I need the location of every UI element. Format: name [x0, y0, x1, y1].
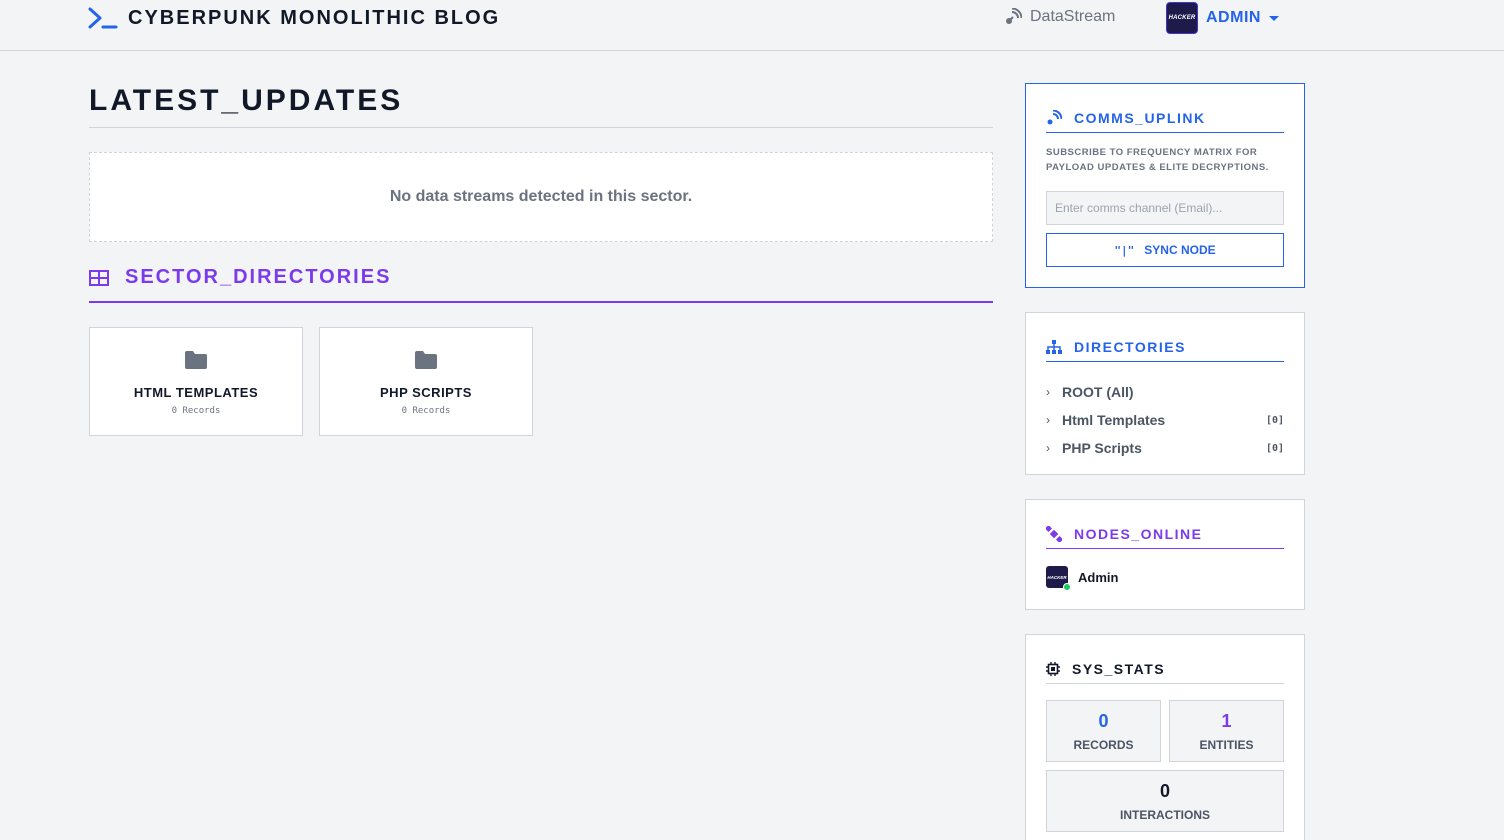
online-user[interactable]: HACKER Admin: [1046, 566, 1119, 591]
online-status-dot: [1063, 583, 1071, 591]
comms-uplink-widget: COMMS_UPLINK SUBSCRIBE TO FREQUENCY MATR…: [1025, 83, 1305, 288]
stat-interactions: 0 INTERACTIONS: [1046, 770, 1284, 832]
antenna-icon: "|": [1114, 243, 1135, 257]
top-header: CYBERPUNK MONOLITHIC BLOG DataStream HAC…: [0, 0, 1504, 51]
folder-icon: [415, 351, 437, 369]
directory-count: 0 Records: [171, 406, 221, 416]
brand-title: CYBERPUNK MONOLITHIC BLOG: [128, 6, 501, 29]
widget-header: SYS_STATS: [1046, 655, 1284, 683]
directory-label: Html Templates: [1062, 412, 1166, 428]
chevron-right-icon: ›: [1046, 385, 1050, 399]
chevron-right-icon: ›: [1046, 441, 1050, 455]
chevron-down-icon: [1268, 15, 1279, 21]
grid-icon: [89, 269, 109, 286]
sector-title: SECTOR_DIRECTORIES: [125, 266, 392, 288]
sys-stats-widget: SYS_STATS 0 RECORDS 1 ENTITIES 0 INTERAC…: [1025, 634, 1305, 840]
directory-list: › ROOT (All) › Html Templates [0] › PHP …: [1046, 378, 1284, 462]
stat-label: RECORDS: [1073, 738, 1134, 752]
avatar: HACKER: [1046, 566, 1071, 591]
directory-name: PHP SCRIPTS: [380, 385, 472, 400]
folder-icon: [185, 351, 207, 369]
sync-node-button[interactable]: "|" SYNC NODE: [1046, 233, 1284, 267]
satellite-icon: [1006, 8, 1022, 24]
widget-title: NODES_ONLINE: [1074, 526, 1203, 542]
email-field[interactable]: [1046, 191, 1284, 225]
uplink-description: SUBSCRIBE TO FREQUENCY MATRIX FOR PAYLOA…: [1046, 147, 1269, 173]
cpu-icon: [1046, 662, 1060, 676]
empty-message: No data streams detected in this sector.: [389, 188, 693, 205]
divider: [1046, 132, 1284, 133]
avatar-text: HACKER: [1047, 574, 1067, 580]
directory-count-badge: [0]: [1265, 414, 1284, 426]
brand[interactable]: CYBERPUNK MONOLITHIC BLOG: [88, 6, 500, 30]
user-menu[interactable]: HACKER ADMIN: [1166, 2, 1279, 34]
directory-count-badge: [0]: [1265, 442, 1284, 454]
directory-card-html-templates[interactable]: HTML TEMPLATES 0 Records: [89, 327, 303, 436]
directory-item-php-scripts[interactable]: › PHP Scripts [0]: [1046, 434, 1284, 462]
directory-label: ROOT (All): [1062, 384, 1134, 400]
widget-header: COMMS_UPLINK: [1046, 104, 1284, 132]
stat-entities: 1 ENTITIES: [1169, 700, 1284, 762]
stat-label: ENTITIES: [1199, 738, 1254, 752]
page-title: LATEST_UPDATES: [89, 84, 404, 117]
stat-records: 0 RECORDS: [1046, 700, 1161, 762]
user-avatar: HACKER: [1166, 2, 1198, 34]
widget-title: COMMS_UPLINK: [1074, 110, 1206, 126]
nodes-online-widget: NODES_ONLINE HACKER Admin: [1025, 499, 1305, 610]
satellite-dish-icon: [1047, 110, 1062, 125]
directory-count: 0 Records: [401, 406, 451, 416]
chevron-right-icon: ›: [1046, 413, 1050, 427]
directory-item-root[interactable]: › ROOT (All): [1046, 378, 1284, 406]
directory-card-php-scripts[interactable]: PHP SCRIPTS 0 Records: [319, 327, 533, 436]
empty-state: No data streams detected in this sector.: [89, 152, 993, 242]
directory-name: HTML TEMPLATES: [133, 385, 259, 400]
directory-label: PHP Scripts: [1062, 440, 1142, 456]
divider: [1046, 548, 1284, 549]
widget-title: DIRECTORIES: [1074, 339, 1186, 355]
sync-node-label: SYNC NODE: [1144, 243, 1216, 257]
stat-value: 1: [1221, 711, 1232, 731]
divider: [1046, 683, 1284, 684]
stat-value: 0: [1159, 781, 1170, 801]
divider: [89, 127, 993, 128]
online-user-name: Admin: [1078, 569, 1119, 585]
datastream-label: DataStream: [1030, 8, 1116, 25]
sitemap-icon: [1046, 340, 1062, 354]
satellite-icon: [1046, 526, 1062, 542]
user-name: ADMIN: [1206, 9, 1261, 26]
widget-header: NODES_ONLINE: [1046, 520, 1284, 548]
stat-value: 0: [1098, 711, 1109, 731]
directories-widget: DIRECTORIES › ROOT (All) › Html Template…: [1025, 312, 1305, 475]
datastream-link[interactable]: DataStream: [1004, 8, 1115, 26]
stat-label: INTERACTIONS: [1120, 808, 1210, 822]
terminal-icon: [88, 7, 118, 29]
directory-item-html-templates[interactable]: › Html Templates [0]: [1046, 406, 1284, 434]
divider: [1046, 361, 1284, 362]
widget-title: SYS_STATS: [1072, 661, 1166, 677]
sector-heading: SECTOR_DIRECTORIES: [89, 266, 391, 289]
widget-header: DIRECTORIES: [1046, 333, 1284, 361]
divider: [89, 301, 993, 303]
